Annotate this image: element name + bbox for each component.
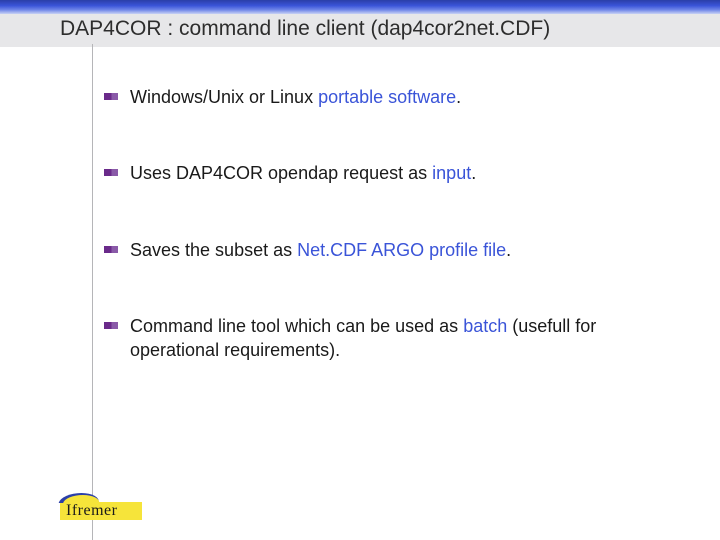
content-area: Windows/Unix or Linux portable software.…	[0, 47, 720, 362]
text-highlight: input	[432, 163, 471, 183]
logo: Ifremer	[60, 491, 142, 520]
list-item: Saves the subset as Net.CDF ARGO profile…	[104, 238, 670, 262]
bullet-text: Uses DAP4COR opendap request as input.	[130, 161, 670, 185]
bullet-text: Saves the subset as Net.CDF ARGO profile…	[130, 238, 670, 262]
vertical-divider	[92, 44, 93, 540]
bullet-icon	[104, 93, 118, 100]
text-post: .	[456, 87, 461, 107]
text-highlight: Net.CDF ARGO profile file	[297, 240, 506, 260]
header-gradient-band	[0, 0, 720, 14]
text-post: .	[471, 163, 476, 183]
bullet-text: Command line tool which can be used as b…	[130, 314, 670, 363]
text-highlight: portable software	[318, 87, 456, 107]
logo-swoosh-icon	[60, 491, 104, 505]
slide-title: DAP4COR : command line client (dap4cor2n…	[60, 17, 550, 40]
bullet-text: Windows/Unix or Linux portable software.	[130, 85, 670, 109]
text-pre: Windows/Unix or Linux	[130, 87, 318, 107]
text-pre: Uses DAP4COR opendap request as	[130, 163, 432, 183]
text-pre: Command line tool which can be used as	[130, 316, 463, 336]
list-item: Command line tool which can be used as b…	[104, 314, 670, 363]
list-item: Uses DAP4COR opendap request as input.	[104, 161, 670, 185]
text-pre: Saves the subset as	[130, 240, 297, 260]
text-highlight: batch	[463, 316, 507, 336]
text-post: .	[506, 240, 511, 260]
list-item: Windows/Unix or Linux portable software.	[104, 85, 670, 109]
bullet-icon	[104, 169, 118, 176]
bullet-icon	[104, 322, 118, 329]
bullet-icon	[104, 246, 118, 253]
slide-title-bar: DAP4COR : command line client (dap4cor2n…	[0, 14, 720, 47]
